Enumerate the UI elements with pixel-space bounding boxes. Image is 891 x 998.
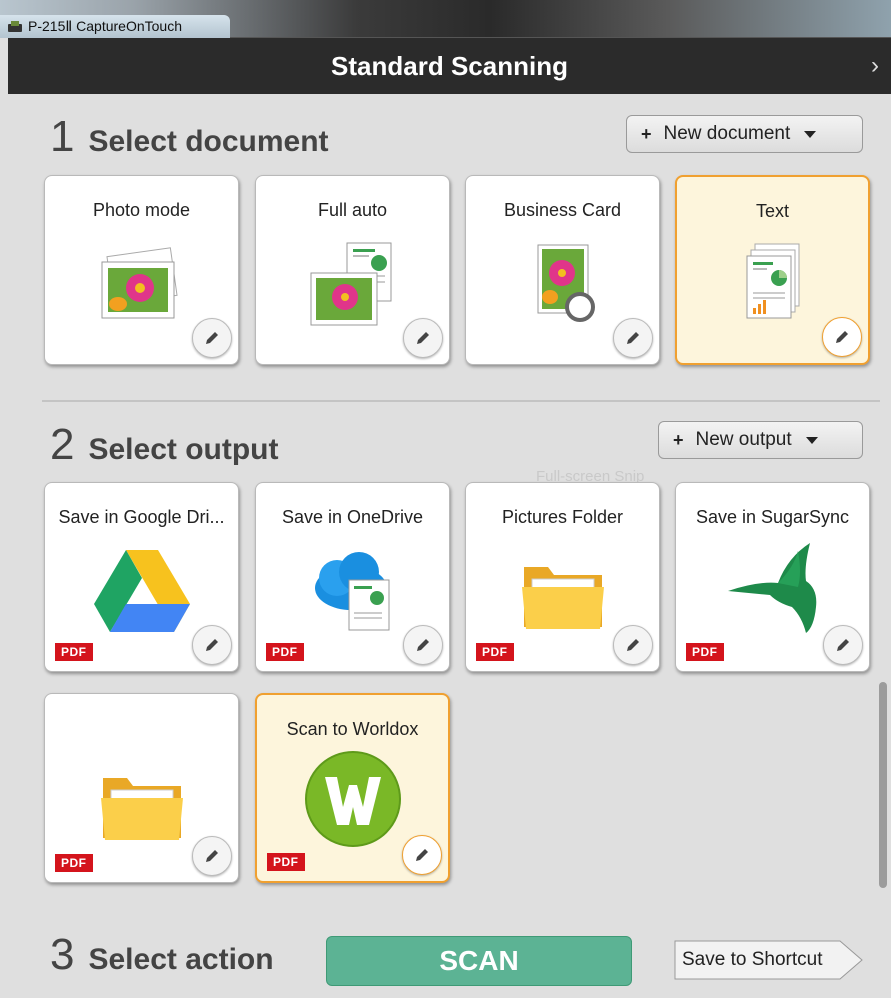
sugarsync-icon [676,537,869,637]
card-title: Scan to Worldox [286,719,419,739]
document-card-full-auto[interactable]: Full auto [255,175,450,365]
header-bar: Standard Scanning › [8,38,891,94]
window-title: P-215Ⅱ CaptureOnTouch [28,18,182,34]
main-panel: 1 Select document + New document Photo m… [8,94,891,998]
output-card-google-drive[interactable]: Save in Google Dri... PDF [44,482,239,672]
section-select-document: 1 Select document [50,112,329,162]
caret-down-icon [804,130,817,138]
edit-pencil-icon[interactable] [822,317,862,357]
output-card-sugarsync[interactable]: Save in SugarSync PDF [675,482,870,672]
edit-pencil-icon[interactable] [192,836,232,876]
pdf-badge: PDF [55,643,93,661]
edit-pencil-icon[interactable] [403,318,443,358]
pdf-badge: PDF [686,643,724,661]
save-to-shortcut-label: Save to Shortcut [682,949,823,970]
section-label: Select output [88,433,279,466]
section-number: 3 [50,930,75,979]
pdf-badge: PDF [266,643,304,661]
scan-button[interactable]: SCAN [326,936,632,986]
card-title: Business Card [503,200,622,220]
caret-down-icon [805,436,818,444]
document-card-photo-mode[interactable]: Photo mode [44,175,239,365]
edit-pencil-icon[interactable] [403,625,443,665]
new-output-label: New output [695,429,792,450]
new-document-label: New document [663,123,791,144]
new-document-button[interactable]: + New document [626,115,863,153]
app-icon [8,21,22,32]
section-number: 1 [50,112,75,161]
card-title: Save in Google Dri... [58,507,225,527]
output-card-onedrive[interactable]: Save in OneDrive PDF [255,482,450,672]
edit-pencil-icon[interactable] [823,625,863,665]
card-title: Photo mode [92,200,191,220]
output-scrollbar[interactable] [879,682,887,888]
card-title: Save in OneDrive [281,507,424,527]
chevron-right-icon[interactable]: › [871,52,879,80]
window-title-tab: P-215Ⅱ CaptureOnTouch [0,15,230,38]
section-select-action: 3 Select action [50,930,274,980]
section-divider [42,400,880,402]
card-title: Full auto [317,200,388,220]
edit-pencil-icon[interactable] [613,625,653,665]
edit-pencil-icon[interactable] [613,318,653,358]
page-title: Standard Scanning [331,50,568,81]
plus-icon: + [673,429,684,450]
document-card-business-card[interactable]: Business Card [465,175,660,365]
card-title: Pictures Folder [501,507,624,527]
new-output-button[interactable]: + New output [658,421,863,459]
document-card-text[interactable]: Text [675,175,870,365]
pdf-badge: PDF [55,854,93,872]
edit-pencil-icon[interactable] [192,625,232,665]
card-title: Save in SugarSync [695,507,850,527]
pdf-badge: PDF [267,853,305,871]
section-number: 2 [50,420,75,469]
worldox-icon [257,749,448,849]
section-label: Select document [88,125,329,158]
output-card-folder[interactable]: PDF [44,693,239,883]
pdf-badge: PDF [476,643,514,661]
edit-pencil-icon[interactable] [192,318,232,358]
save-to-shortcut-button[interactable]: Save to Shortcut [674,940,864,980]
window-titlebar: P-215Ⅱ CaptureOnTouch [0,0,891,38]
section-select-output: 2 Select output [50,420,279,470]
edit-pencil-icon[interactable] [402,835,442,875]
section-label: Select action [88,943,274,976]
card-title: Text [755,201,789,221]
output-card-worldox[interactable]: Scan to Worldox PDF [255,693,450,883]
output-card-pictures-folder[interactable]: Pictures Folder PDF [465,482,660,672]
plus-icon: + [641,123,652,144]
